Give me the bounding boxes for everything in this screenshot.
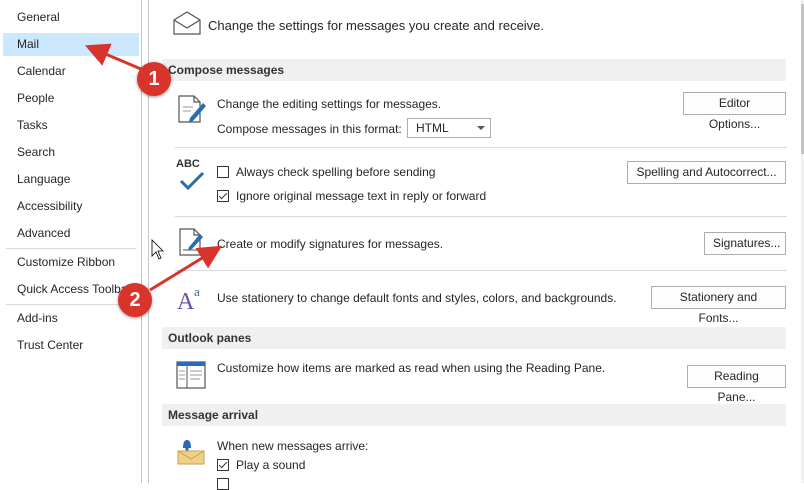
annotation-badge-2: 2 [118, 283, 152, 317]
annotation-badge-1: 1 [137, 62, 171, 96]
annotation-overlay [84, 43, 223, 292]
mouse-cursor-icon [151, 239, 164, 260]
